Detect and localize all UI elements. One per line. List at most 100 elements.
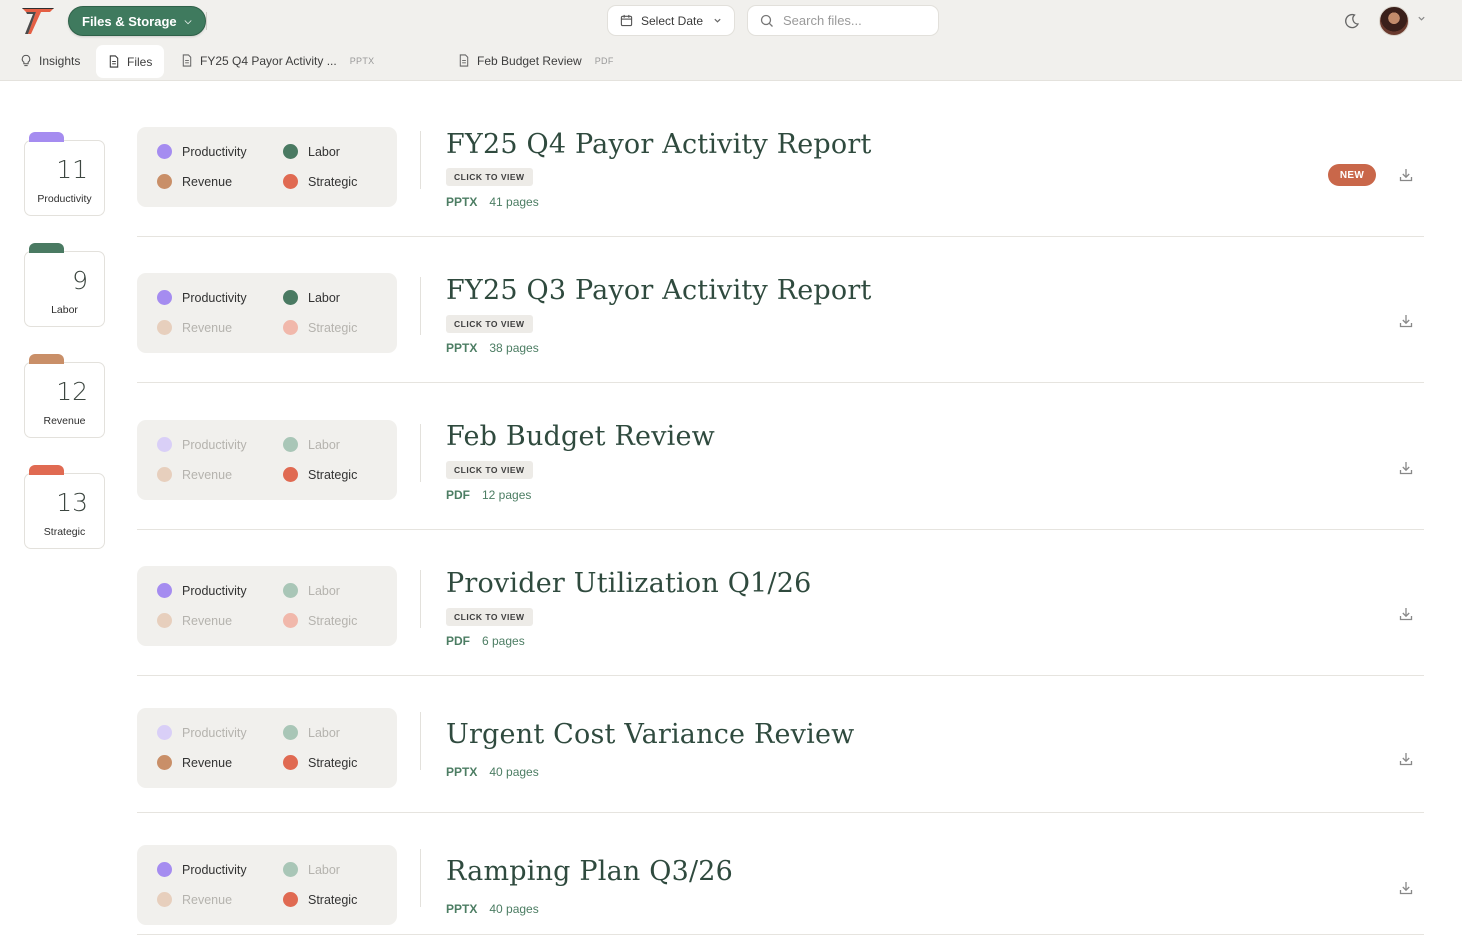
category-tags: Productivity Labor Revenue Strategic — [137, 420, 397, 500]
select-date-button[interactable]: Select Date — [607, 5, 735, 36]
stat-card-strategic[interactable]: 13 Strategic — [24, 465, 105, 549]
tag-strategic[interactable]: Strategic — [283, 174, 357, 189]
tag-labor[interactable]: Labor — [283, 725, 340, 740]
click-to-view-button[interactable]: CLICK TO VIEW — [446, 315, 533, 333]
click-to-view-button[interactable]: CLICK TO VIEW — [446, 168, 533, 186]
file-title[interactable]: Urgent Cost Variance Review — [446, 719, 854, 750]
tag-productivity[interactable]: Productivity — [157, 583, 247, 598]
tag-revenue[interactable]: Revenue — [157, 174, 232, 189]
divider — [420, 277, 421, 335]
tab-files[interactable]: Files — [96, 45, 165, 78]
document-icon — [109, 55, 119, 68]
file-row[interactable]: Productivity Labor Revenue Strategic Provide… — [137, 566, 1424, 676]
file-meta: PPTX 38 pages — [446, 341, 539, 355]
file-row[interactable]: Productivity Labor Revenue Strategic FY25 Q3… — [137, 273, 1424, 383]
tag-label: Revenue — [182, 755, 233, 770]
download-icon[interactable] — [1398, 460, 1414, 476]
page-count: 41 pages — [489, 195, 539, 209]
download-icon[interactable] — [1398, 313, 1414, 329]
tag-dot — [157, 290, 172, 305]
file-row[interactable]: Productivity Labor Revenue Strategic FY25 Q4… — [137, 127, 1424, 237]
tag-strategic[interactable]: Strategic — [283, 755, 357, 770]
tag-dot — [283, 144, 298, 159]
tag-dot — [157, 144, 172, 159]
tag-dot — [157, 892, 172, 907]
workspace-switcher-button[interactable]: Files & Storage ⌵ — [68, 6, 207, 36]
download-icon[interactable] — [1398, 606, 1414, 622]
page-count: 12 pages — [482, 488, 532, 502]
category-tags: Productivity Labor Revenue Strategic — [137, 273, 397, 353]
stat-card-labor[interactable]: 9 Labor — [24, 243, 105, 327]
file-title[interactable]: Provider Utilization Q1/26 — [446, 568, 811, 599]
chevron-down-icon[interactable] — [1417, 14, 1426, 23]
workspace-label: Files & Storage — [82, 13, 177, 29]
tag-label: Strategic — [308, 892, 358, 907]
click-to-view-button[interactable]: CLICK TO VIEW — [446, 461, 533, 479]
tag-productivity[interactable]: Productivity — [157, 437, 247, 452]
file-title[interactable]: FY25 Q3 Payor Activity Report — [446, 275, 872, 306]
tag-label: Labor — [308, 144, 340, 159]
tag-dot — [283, 437, 298, 452]
divider — [420, 131, 421, 189]
tag-revenue[interactable]: Revenue — [157, 892, 232, 907]
tag-revenue[interactable]: Revenue — [157, 613, 232, 628]
search-input[interactable] — [783, 13, 923, 28]
tag-labor[interactable]: Labor — [283, 144, 340, 159]
tag-productivity[interactable]: Productivity — [157, 290, 247, 305]
user-avatar[interactable] — [1379, 6, 1409, 36]
click-to-view-button[interactable]: CLICK TO VIEW — [446, 608, 533, 626]
tag-productivity[interactable]: Productivity — [157, 862, 247, 877]
tag-strategic[interactable]: Strategic — [283, 467, 357, 482]
chevron-down-icon: ⌵ — [184, 15, 192, 26]
select-date-label: Select Date — [641, 13, 704, 28]
file-meta: PPTX 41 pages — [446, 195, 539, 209]
stat-color-tab — [29, 243, 64, 253]
tag-revenue[interactable]: Revenue — [157, 320, 232, 335]
stat-card-productivity[interactable]: 11 Productivity — [24, 132, 105, 216]
download-icon[interactable] — [1398, 880, 1414, 896]
category-tags: Productivity Labor Revenue Strategic — [137, 566, 397, 646]
search-box[interactable] — [747, 5, 939, 36]
tag-dot — [157, 725, 172, 740]
tag-strategic[interactable]: Strategic — [283, 892, 357, 907]
file-title[interactable]: Feb Budget Review — [446, 421, 715, 452]
file-type: PDF — [446, 634, 470, 648]
tag-dot — [157, 613, 172, 628]
tag-labor[interactable]: Labor — [283, 862, 340, 877]
tag-revenue[interactable]: Revenue — [157, 755, 232, 770]
tag-productivity[interactable]: Productivity — [157, 144, 247, 159]
tag-labor[interactable]: Labor — [283, 290, 340, 305]
file-type: PDF — [446, 488, 470, 502]
tab-label: Feb Budget Review — [477, 53, 582, 68]
tab-feb-budget-review[interactable]: Feb Budget Review PDF — [446, 45, 626, 76]
tag-dot — [283, 467, 298, 482]
tag-productivity[interactable]: Productivity — [157, 725, 247, 740]
tab-file-type: PPTX — [349, 55, 375, 66]
file-row[interactable]: Productivity Labor Revenue Strategic Urgent … — [137, 708, 1424, 813]
document-icon — [182, 54, 192, 67]
dark-mode-toggle-icon[interactable] — [1343, 12, 1361, 30]
download-icon[interactable] — [1398, 751, 1414, 767]
tag-revenue[interactable]: Revenue — [157, 467, 232, 482]
tag-label: Productivity — [182, 437, 247, 452]
app-logo[interactable] — [20, 4, 56, 36]
tab-fy25-q4-payor-activity[interactable]: FY25 Q4 Payor Activity ... PPTX — [169, 45, 386, 76]
tag-strategic[interactable]: Strategic — [283, 613, 357, 628]
file-title[interactable]: FY25 Q4 Payor Activity Report — [446, 129, 872, 160]
tag-label: Revenue — [182, 174, 233, 189]
file-row[interactable]: Productivity Labor Revenue Strategic Feb Bud… — [137, 420, 1424, 530]
tag-strategic[interactable]: Strategic — [283, 320, 357, 335]
file-title[interactable]: Ramping Plan Q3/26 — [446, 856, 733, 887]
file-row[interactable]: Productivity Labor Revenue Strategic Ramping… — [137, 845, 1424, 935]
download-icon[interactable] — [1398, 167, 1414, 183]
tag-labor[interactable]: Labor — [283, 437, 340, 452]
stat-color-tab — [29, 465, 64, 475]
page-count: 6 pages — [482, 634, 525, 648]
tab-insights[interactable]: Insights — [8, 45, 92, 76]
tag-labor[interactable]: Labor — [283, 583, 340, 598]
stat-card-revenue[interactable]: 12 Revenue — [24, 354, 105, 438]
category-tags: Productivity Labor Revenue Strategic — [137, 845, 397, 925]
divider — [420, 849, 421, 907]
tab-file-type: PDF — [594, 55, 614, 66]
stat-count: 12 — [56, 377, 88, 406]
